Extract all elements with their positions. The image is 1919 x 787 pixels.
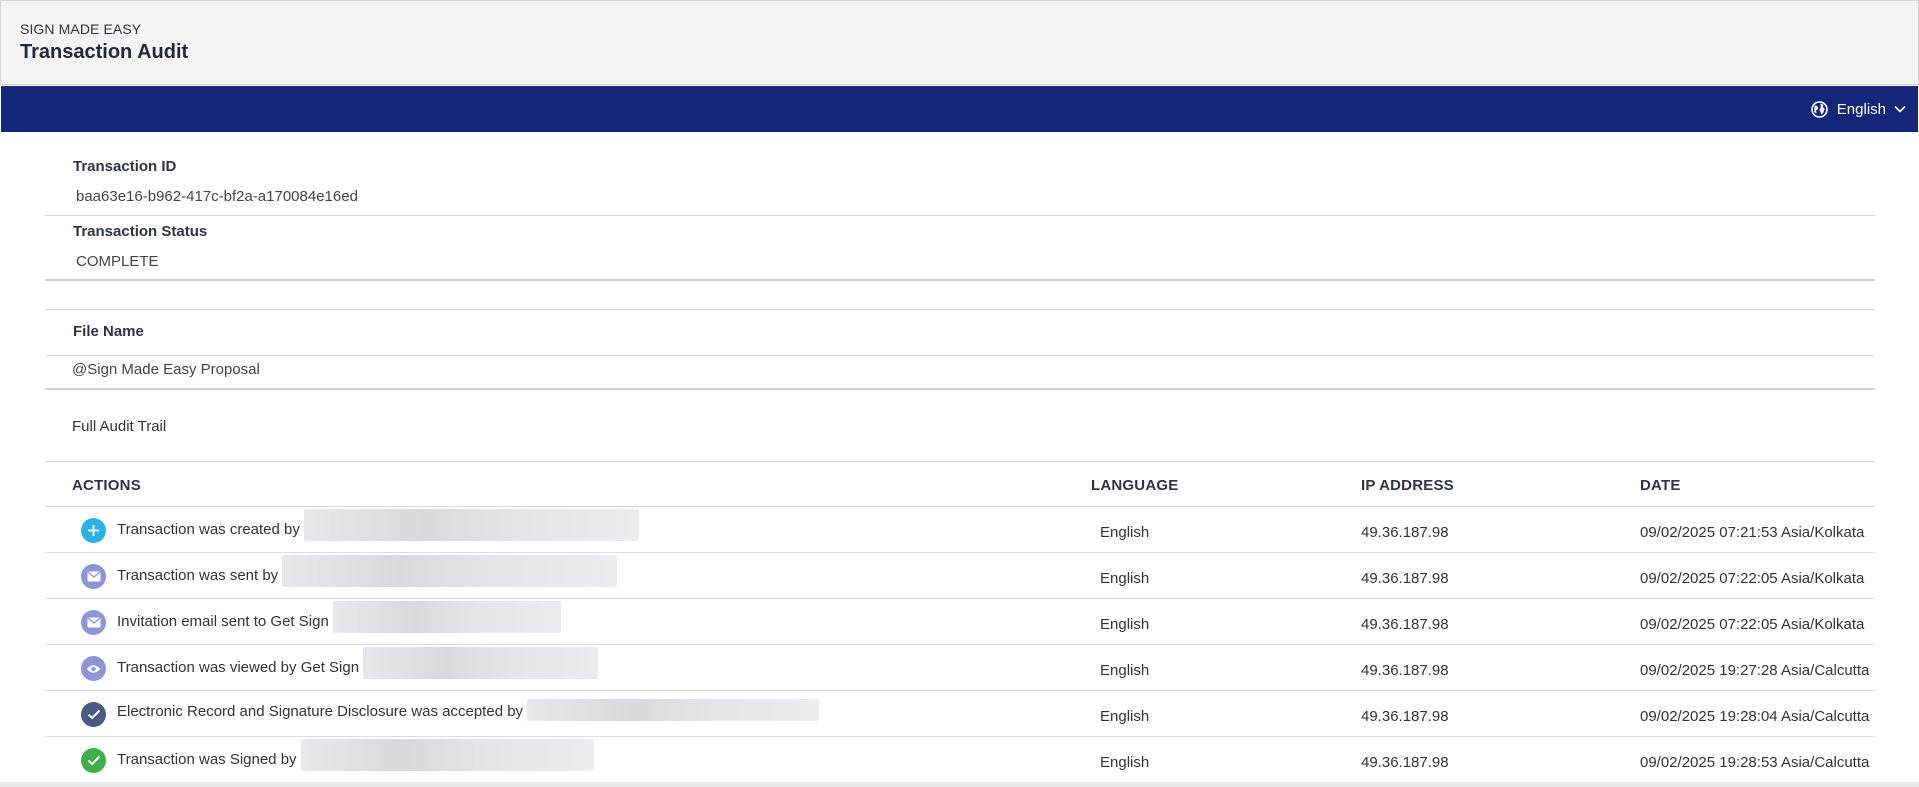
chevron-down-icon <box>1894 105 1906 113</box>
row-language: English <box>1100 708 1150 725</box>
redacted-name <box>527 699 820 722</box>
table-row: Transaction was Signed by English 49.36.… <box>45 737 1875 783</box>
globe-icon <box>1810 100 1828 118</box>
action-label: Invitation email sent to Get Sign <box>117 612 329 630</box>
row-language: English <box>1100 662 1150 679</box>
redacted-name <box>300 739 594 771</box>
envelope-icon <box>81 564 106 589</box>
top-navbar: English <box>1 86 1918 132</box>
action-label: Electronic Record and Signature Disclosu… <box>117 703 524 720</box>
row-ip-address: 49.36.187.98 <box>1361 570 1449 587</box>
transaction-status-label: Transaction Status <box>73 223 208 240</box>
column-header-ip: IP ADDRESS <box>1361 477 1454 494</box>
table-row: Transaction was viewed by Get Sign Engli… <box>45 645 1875 691</box>
bottom-scroll-edge <box>0 782 1919 787</box>
row-ip-address: 49.36.187.98 <box>1361 662 1449 679</box>
page-header: SIGN MADE EASY Transaction Audit <box>0 0 1919 85</box>
action-label: Transaction was created by <box>117 520 300 538</box>
redacted-name <box>363 647 599 679</box>
row-language: English <box>1100 754 1150 771</box>
brand-name: SIGN MADE EASY <box>20 21 142 37</box>
row-date: 09/02/2025 19:28:04 Asia/Calcutta <box>1640 708 1870 725</box>
action-text: Transaction was viewed by Get Sign <box>117 647 599 679</box>
table-row: Electronic Record and Signature Disclosu… <box>45 691 1875 737</box>
divider <box>45 355 1875 356</box>
row-date: 09/02/2025 07:21:53 Asia/Kolkata <box>1640 524 1865 541</box>
file-name-value: @Sign Made Easy Proposal <box>72 361 260 378</box>
check-icon <box>81 702 106 727</box>
action-label: Transaction was viewed by Get Sign <box>117 658 360 676</box>
action-text: Invitation email sent to Get Sign <box>117 601 561 633</box>
transaction-status-value: COMPLETE <box>76 253 159 270</box>
row-language: English <box>1100 524 1150 541</box>
page-title: Transaction Audit <box>20 41 189 63</box>
row-ip-address: 49.36.187.98 <box>1361 754 1449 771</box>
row-language: English <box>1100 570 1150 587</box>
action-text: Transaction was Signed by <box>117 739 594 771</box>
row-date: 09/02/2025 07:22:05 Asia/Kolkata <box>1640 616 1865 633</box>
action-text: Electronic Record and Signature Disclosu… <box>117 699 820 722</box>
file-name-label: File Name <box>73 323 144 340</box>
divider <box>45 388 1875 390</box>
divider <box>45 215 1875 216</box>
transaction-id-value: baa63e16-b962-417c-bf2a-a170084e16ed <box>76 188 358 205</box>
check-circle-icon <box>81 748 106 773</box>
table-row: Transaction was sent by English 49.36.18… <box>45 553 1875 599</box>
row-date: 09/02/2025 19:27:28 Asia/Calcutta <box>1640 662 1870 679</box>
row-date: 09/02/2025 19:28:53 Asia/Calcutta <box>1640 754 1870 771</box>
column-header-actions: ACTIONS <box>72 477 141 494</box>
row-date: 09/02/2025 07:22:05 Asia/Kolkata <box>1640 570 1865 587</box>
language-selector[interactable]: English <box>1810 98 1906 120</box>
action-label: Transaction was sent by <box>117 566 279 584</box>
action-text: Transaction was sent by <box>117 555 618 587</box>
eye-icon <box>81 656 106 681</box>
redacted-name <box>332 601 561 633</box>
table-row: Transaction was created by English 49.36… <box>45 507 1875 553</box>
column-header-date: DATE <box>1640 477 1681 494</box>
redacted-name <box>304 509 640 541</box>
plus-icon <box>81 518 106 543</box>
divider <box>45 309 1875 310</box>
column-header-language: LANGUAGE <box>1091 477 1179 494</box>
row-ip-address: 49.36.187.98 <box>1361 708 1449 725</box>
transaction-id-label: Transaction ID <box>73 158 177 175</box>
audit-trail-title: Full Audit Trail <box>72 418 167 435</box>
action-label: Transaction was Signed by <box>117 750 297 768</box>
row-ip-address: 49.36.187.98 <box>1361 616 1449 633</box>
action-text: Transaction was created by <box>117 509 640 541</box>
row-language: English <box>1100 616 1150 633</box>
divider <box>45 279 1875 281</box>
envelope-icon <box>81 610 106 635</box>
language-label: English <box>1836 100 1886 118</box>
redacted-name <box>282 555 618 587</box>
table-row: Invitation email sent to Get Sign Englis… <box>45 599 1875 645</box>
table-header <box>45 462 1875 507</box>
row-ip-address: 49.36.187.98 <box>1361 524 1449 541</box>
